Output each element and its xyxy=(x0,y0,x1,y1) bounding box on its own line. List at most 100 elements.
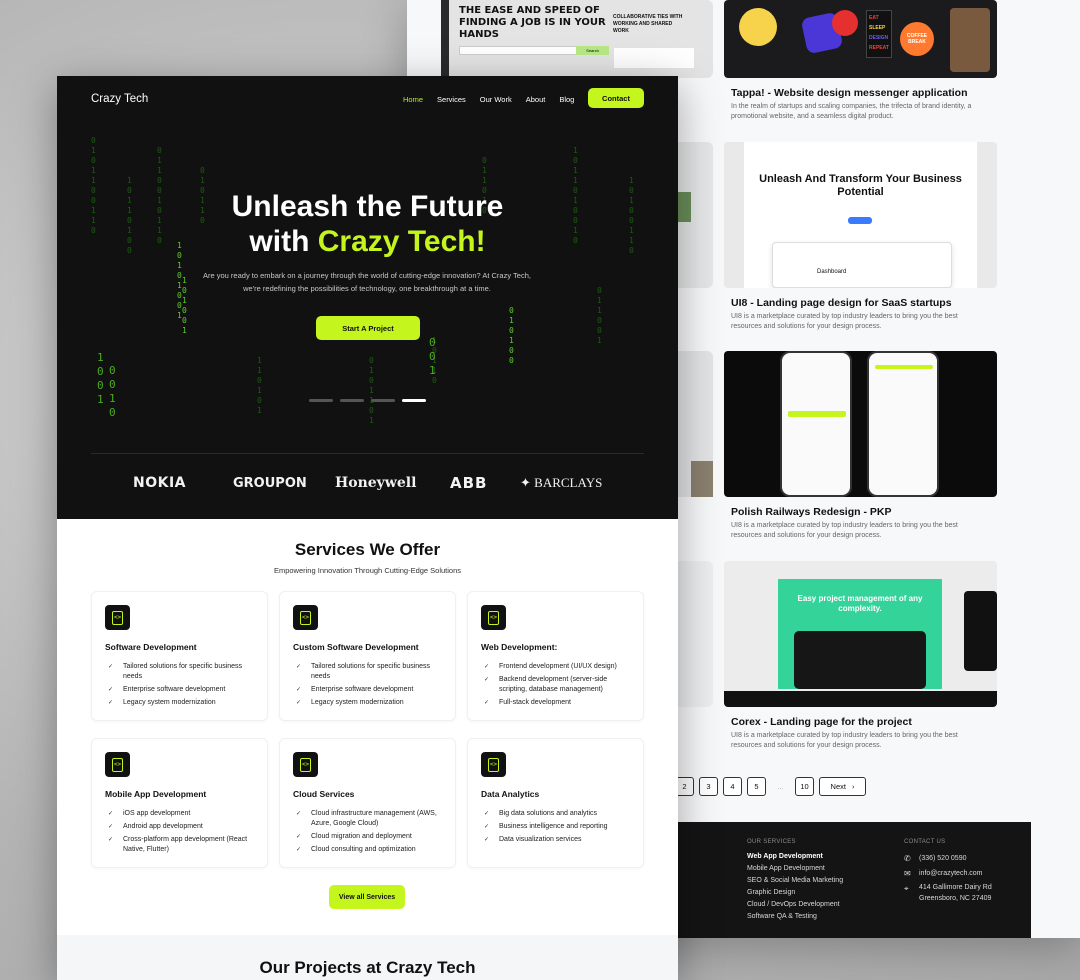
page-4[interactable]: 4 xyxy=(723,777,742,796)
corex-side-panel xyxy=(964,591,997,671)
code-icon: <> xyxy=(481,605,506,630)
project-thumb-ui8: Unleash And Transform Your Business Pote… xyxy=(724,142,997,288)
footer-service-link[interactable]: Software QA & Testing xyxy=(747,913,817,920)
project-title[interactable]: Corex - Landing page for the project xyxy=(731,716,997,728)
corex-headline: Easy project management of any complexit… xyxy=(797,594,923,613)
list-item: Android app development xyxy=(108,822,260,832)
nav-about[interactable]: About xyxy=(526,95,546,104)
project-card-tappa[interactable]: EAT SLEEP DESIGN REPEAT COFFEE BREAK Tap… xyxy=(724,0,997,122)
carousel-dot-active[interactable] xyxy=(402,399,426,402)
phone-icon: ✆ xyxy=(904,854,911,863)
page-ellipsis: ... xyxy=(777,782,784,791)
sticker-coffee: COFFEE BREAK xyxy=(900,22,934,56)
project-desc: UI8 is a marketplace curated by top indu… xyxy=(731,732,958,749)
hero-title-line1: Unleash the Future xyxy=(231,190,504,223)
service-card-list: Big data solutions and analytics Busines… xyxy=(484,809,636,848)
project-card-pkp[interactable]: Polish Railways Redesign - PKP UI8 is a … xyxy=(724,351,997,541)
matrix-column: 110101 xyxy=(257,356,262,415)
code-icon: <> xyxy=(105,752,130,777)
service-card[interactable]: <> Software Development Tailored solutio… xyxy=(91,591,268,721)
services-title: Services We Offer xyxy=(294,540,441,559)
ui8-headline: Unleash And Transform Your Business Pote… xyxy=(759,173,962,198)
footer-service-link[interactable]: SEO & Social Media Marketing xyxy=(747,877,843,884)
sticker-repeat: REPEAT xyxy=(869,45,889,51)
list-item: Tailored solutions for specific business… xyxy=(296,662,448,682)
sticker-list: EAT SLEEP DESIGN REPEAT xyxy=(866,10,892,58)
code-icon: <> xyxy=(481,752,506,777)
service-card-list: Cloud infrastructure management (AWS, Az… xyxy=(296,809,448,858)
footer-service-link[interactable]: Web App Development xyxy=(747,853,823,860)
project-card-corex[interactable]: Easy project management of any complexit… xyxy=(724,561,997,751)
page-10[interactable]: 10 xyxy=(795,777,814,796)
service-card-list: Tailored solutions for specific business… xyxy=(108,662,260,711)
next-page-button[interactable]: Next › xyxy=(819,777,866,796)
service-card[interactable]: <> Cloud Services Cloud infrastructure m… xyxy=(279,738,456,868)
page-3[interactable]: 3 xyxy=(699,777,718,796)
pagination: 2 3 4 5 ... 10 Next › xyxy=(675,777,866,796)
person-photo xyxy=(950,8,990,72)
nav-services[interactable]: Services xyxy=(437,95,466,104)
service-card[interactable]: <> Data Analytics Big data solutions and… xyxy=(467,738,644,868)
service-card-title: Software Development xyxy=(105,642,197,652)
hero-title-line2: with Crazy Tech! xyxy=(57,225,678,259)
services-subtitle: Empowering Innovation Through Cutting-Ed… xyxy=(273,566,462,575)
service-card[interactable]: <> Custom Software Development Tailored … xyxy=(279,591,456,721)
chevron-right-icon: › xyxy=(851,782,855,791)
service-card-list: Frontend development (UI/UX design) Back… xyxy=(484,662,636,711)
contact-button[interactable]: Contact xyxy=(588,88,644,108)
logo-honeywell: Honeywell xyxy=(335,475,417,491)
footer-contact-title: CONTACT US xyxy=(904,839,946,845)
project-title[interactable]: Polish Railways Redesign - PKP xyxy=(731,506,997,518)
service-card-title: Mobile App Development xyxy=(105,789,207,799)
phone-btn xyxy=(788,411,846,417)
project-card-ui8[interactable]: Unleash And Transform Your Business Pote… xyxy=(724,142,997,332)
corex-dashboard xyxy=(794,631,926,689)
carousel-indicators xyxy=(309,399,426,402)
list-item: Enterprise software development xyxy=(296,685,448,695)
location-pin-icon: ⌖ xyxy=(904,884,909,893)
sticker-sun xyxy=(739,8,777,46)
job-search-button: Search xyxy=(576,46,609,55)
service-card[interactable]: <> Web Development: Frontend development… xyxy=(467,591,644,721)
projects-title: Our Projects at Crazy Tech xyxy=(259,958,476,977)
service-card-title: Cloud Services xyxy=(293,789,355,799)
nav-blog[interactable]: Blog xyxy=(559,95,574,104)
hero-subtitle: Are you ready to embark on a journey thr… xyxy=(203,271,531,293)
front-page-home: 0101100110 1001 0010 10110100 0110010110… xyxy=(57,76,678,980)
footer-email[interactable]: info@crazytech.com xyxy=(919,870,983,877)
matrix-column: 010100 xyxy=(509,306,514,365)
matrix-column: 011001 xyxy=(597,286,602,345)
next-label: Next xyxy=(830,782,846,791)
nav-home[interactable]: Home xyxy=(403,95,423,104)
project-title[interactable]: UI8 - Landing page design for SaaS start… xyxy=(731,297,997,309)
list-item: Cloud consulting and optimization xyxy=(296,845,448,855)
hero-title-prefix: with xyxy=(249,225,318,258)
matrix-column: 1001 xyxy=(97,351,104,406)
start-project-button[interactable]: Start A Project xyxy=(316,316,420,340)
footer-phone[interactable]: (336) 520 0590 xyxy=(919,855,966,862)
brand-logo[interactable]: Crazy Tech xyxy=(91,93,148,105)
list-item: Enterprise software development xyxy=(108,685,260,695)
job-thumb-edge xyxy=(441,0,449,78)
service-card-title: Web Development: xyxy=(481,642,558,652)
project-desc: In the realm of startups and scaling com… xyxy=(731,103,972,120)
nav-our-work[interactable]: Our Work xyxy=(480,95,512,104)
sticker-red xyxy=(832,10,858,36)
service-card[interactable]: <> Mobile App Development iOS app develo… xyxy=(91,738,268,868)
carousel-dot[interactable] xyxy=(340,399,364,402)
footer-service-link[interactable]: Cloud / DevOps Development xyxy=(747,901,840,908)
page-5[interactable]: 5 xyxy=(747,777,766,796)
matrix-column: 101001 xyxy=(182,276,187,335)
footer-service-link[interactable]: Graphic Design xyxy=(747,889,795,896)
job-thumb[interactable]: THE EASE AND SPEED OF FINDING A JOB IS I… xyxy=(441,0,713,78)
view-all-services-button[interactable]: View all Services xyxy=(329,885,405,909)
project-title[interactable]: Tappa! - Website design messenger applic… xyxy=(731,87,997,99)
carousel-dot[interactable] xyxy=(309,399,333,402)
footer-service-link[interactable]: Mobile App Development xyxy=(747,865,825,872)
carousel-dot[interactable] xyxy=(371,399,395,402)
logo-nokia: NOKIA xyxy=(133,475,187,491)
list-item: Big data solutions and analytics xyxy=(484,809,636,819)
list-item: Legacy system modernization xyxy=(296,698,448,708)
project-thumb-pkp xyxy=(724,351,997,497)
list-item: Data visualization services xyxy=(484,835,636,845)
